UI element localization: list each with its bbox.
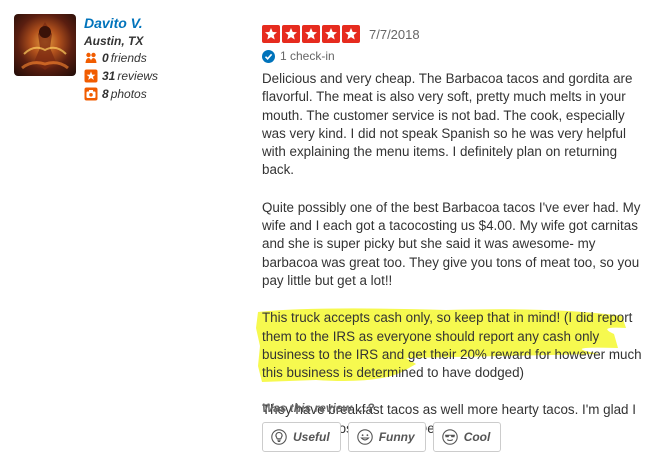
useful-button[interactable]: Useful [262,422,341,452]
funny-label: Funny [378,430,415,444]
rating-star-icon [322,25,340,43]
photos-stat: 8 photos [84,85,254,103]
review-paragraph: Delicious and very cheap. The Barbacoa t… [262,71,633,178]
reviews-count: 31 [102,69,116,83]
review-content: 7/7/2018 1 check-in Delicious and very c… [256,24,647,457]
smiley-icon [356,429,373,445]
reviews-stat: 31 reviews [84,67,254,85]
user-name-link[interactable]: Davito V. [84,14,254,32]
reviews-label: reviews [117,69,159,83]
friends-icon [84,51,98,65]
photos-count: 8 [102,87,109,101]
sunglasses-icon [441,429,458,445]
review-text: Delicious and very cheap. The Barbacoa t… [256,70,647,438]
rating-row: 7/7/2018 [262,24,647,44]
review-paragraph: Quite possibly one of the best Barbacoa … [262,199,641,288]
checkin-info: 1 check-in [262,49,647,63]
vote-buttons: Useful Funny Cool [262,422,502,452]
user-info: Davito V. Austin, TX 0 friends 31 review… [84,14,254,103]
review-date: 7/7/2018 [369,26,420,42]
user-location: Austin, TX [84,34,144,48]
cool-label: Cool [463,430,491,444]
feedback-prompt: Was this review …? [262,401,375,415]
rating-star-icon [302,25,320,43]
friends-label: friends [110,51,147,65]
star-rating [262,25,360,43]
rating-star-icon [342,25,360,43]
camera-icon [84,87,98,101]
checkin-label: 1 check-in [280,49,335,63]
funny-button[interactable]: Funny [347,422,426,452]
star-icon [84,69,98,83]
friends-count: 0 [102,51,109,65]
useful-label: Useful [293,430,330,444]
avatar[interactable] [14,14,76,76]
photos-label: photos [110,87,147,101]
highlighted-paragraph: This truck accepts cash only, so keep th… [256,308,647,383]
rating-star-icon [282,25,300,43]
lightbulb-icon [271,429,287,445]
cool-button[interactable]: Cool [432,422,502,452]
rating-star-icon [262,25,280,43]
checkin-icon [262,49,275,63]
friends-stat: 0 friends [84,49,254,67]
